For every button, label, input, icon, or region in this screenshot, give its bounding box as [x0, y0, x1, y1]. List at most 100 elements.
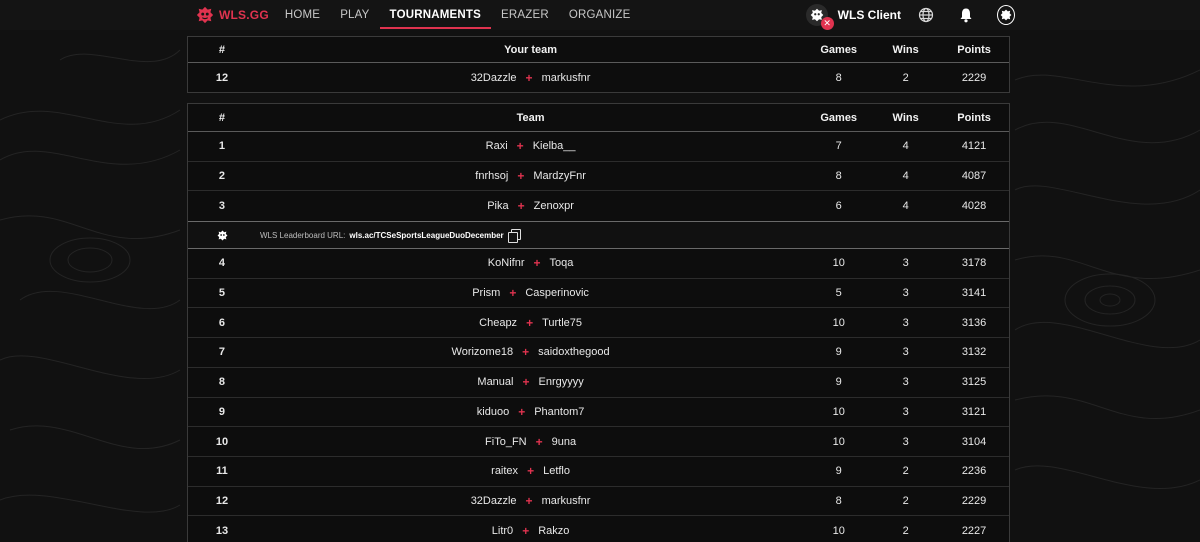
table-row[interactable]: 7 Worizome18 + saidoxthegood 9 3 3132 [188, 338, 1009, 368]
player-two[interactable]: markusfnr [542, 72, 591, 84]
player-two[interactable]: Enrgyyyy [539, 376, 584, 388]
table-row[interactable]: 8 Manual + Enrgyyyy 9 3 3125 [188, 368, 1009, 398]
table-row[interactable]: 1 Raxi + Kielba__ 7 4 4121 [188, 132, 1009, 162]
points-cell: 3121 [961, 405, 987, 418]
player-one[interactable]: Cheapz [479, 317, 517, 329]
table-row[interactable]: 12 32Dazzle + markusfnr 8 2 2229 [188, 487, 1009, 517]
games-cell: 5 [835, 287, 842, 300]
player-one[interactable]: kiduoo [477, 406, 509, 418]
plus-icon: + [525, 70, 533, 85]
player-one[interactable]: 32Dazzle [471, 495, 517, 507]
games-cell: 9 [835, 376, 842, 389]
globe-icon[interactable] [917, 6, 935, 24]
player-two[interactable]: Toqa [550, 257, 574, 269]
plus-icon: + [522, 524, 530, 539]
games-cell: 9 [835, 465, 842, 478]
player-one[interactable]: Pika [487, 200, 508, 212]
player-two[interactable]: Turtle75 [542, 317, 582, 329]
plus-icon: + [517, 169, 525, 184]
rank-cell: 1 [218, 140, 226, 153]
wins-cell: 3 [902, 376, 909, 389]
header-points: Points [957, 111, 991, 124]
player-two[interactable]: Phantom7 [534, 406, 584, 418]
table-row[interactable]: 13 Litr0 + Rakzo 10 2 2227 [188, 516, 1009, 542]
nav-organize[interactable]: ORGANIZE [559, 0, 641, 30]
table-header: # Team Games Wins Points [188, 104, 1009, 132]
player-two[interactable]: saidoxthegood [538, 346, 610, 358]
player-one[interactable]: raitex [491, 465, 518, 477]
rank-cell: 12 [215, 71, 229, 84]
games-cell: 8 [835, 71, 842, 84]
rank-cell: 8 [218, 376, 226, 389]
wins-cell: 2 [902, 494, 909, 507]
plus-icon: + [518, 404, 526, 419]
player-two[interactable]: MardzyFnr [533, 170, 586, 182]
player-one[interactable]: Manual [477, 376, 513, 388]
points-cell: 2236 [961, 465, 987, 478]
header-rank: # [218, 43, 226, 56]
points-cell: 2229 [961, 494, 987, 507]
copy-icon[interactable] [507, 229, 521, 244]
header-team: Your team [504, 43, 558, 56]
player-one[interactable]: Litr0 [492, 525, 513, 537]
team-cell: Pika + Zenoxpr [256, 199, 805, 213]
player-two[interactable]: Kielba__ [533, 140, 576, 152]
games-cell: 9 [835, 346, 842, 359]
team-cell: FiTo_FN +9una [256, 435, 805, 449]
rank-cell: 7 [218, 346, 226, 359]
points-cell: 3136 [961, 316, 987, 329]
wins-cell: 3 [902, 346, 909, 359]
plus-icon: + [525, 493, 533, 508]
player-one[interactable]: fnrhsoj [475, 170, 508, 182]
player-two[interactable]: Casperinovic [525, 287, 589, 299]
player-one[interactable]: KoNifnr [488, 257, 525, 269]
points-cell: 4121 [961, 140, 987, 153]
player-two[interactable]: Zenoxpr [534, 200, 574, 212]
your-team-table: # Your team Games Wins Points 12 32Dazzl… [187, 36, 1010, 93]
nav-tournaments[interactable]: TOURNAMENTS [379, 0, 492, 30]
header-games: Games [820, 43, 858, 56]
player-two[interactable]: markusfnr [542, 495, 591, 507]
table-row[interactable]: 9 kiduoo + Phantom7 10 3 3121 [188, 398, 1009, 428]
player-one[interactable]: FiTo_FN [485, 436, 527, 448]
disconnected-x-icon: ✕ [820, 17, 834, 30]
player-one[interactable]: 32Dazzle [471, 72, 517, 84]
top-navbar: WLS.GG HOME PLAY TOURNAMENTS ERAZER ORGA… [0, 0, 1200, 30]
games-cell: 8 [835, 170, 842, 183]
brand[interactable]: WLS.GG [196, 6, 269, 24]
points-cell: 3141 [961, 287, 987, 300]
games-cell: 10 [832, 257, 845, 270]
table-row[interactable]: 11 raitex + Letflo 9 2 2236 [188, 457, 1009, 487]
your-team-row[interactable]: 12 32Dazzle + markusfnr 8 2 2229 [188, 63, 1009, 92]
rank-cell: 13 [215, 525, 229, 538]
wins-cell: 3 [902, 405, 909, 418]
nav-home[interactable]: HOME [275, 0, 330, 30]
table-row[interactable]: 5 Prism + Casperinovic 5 3 3141 [188, 279, 1009, 309]
team-cell: fnrhsoj + MardzyFnr [256, 169, 805, 183]
header-rank: # [218, 111, 226, 124]
player-one[interactable]: Worizome18 [452, 346, 514, 358]
table-row[interactable]: 6 Cheapz + Turtle75 10 3 3136 [188, 308, 1009, 339]
player-two[interactable]: Rakzo [538, 525, 569, 537]
plus-icon: + [527, 464, 535, 479]
player-one[interactable]: Raxi [486, 140, 508, 152]
table-row[interactable]: 4 KoNifnr + Toqa 10 3 3178 [188, 249, 1009, 279]
plus-icon: + [535, 434, 543, 449]
nav-erazer[interactable]: ERAZER [491, 0, 559, 30]
wins-cell: 4 [902, 200, 909, 213]
player-one[interactable]: Prism [472, 287, 500, 299]
wls-client-button[interactable]: ✕ WLS Client [805, 2, 901, 30]
url-link[interactable]: wls.ac/TCSeSportsLeagueDuoDecember [349, 231, 503, 240]
bell-icon[interactable] [957, 6, 975, 24]
player-two[interactable]: Letflo [543, 465, 570, 477]
profile-icon[interactable] [997, 5, 1015, 25]
nav-play[interactable]: PLAY [330, 0, 379, 30]
table-row[interactable]: 3 Pika + Zenoxpr 6 4 4028 [188, 191, 1009, 221]
wins-cell: 4 [902, 140, 909, 153]
team-cell: kiduoo + Phantom7 [256, 405, 805, 419]
leaderboard-url-row: WLS Leaderboard URL: wls.ac/TCSeSportsLe… [188, 221, 1009, 250]
table-row[interactable]: 10 FiTo_FN +9una 10 3 3104 [188, 427, 1009, 457]
player-two[interactable]: 9una [552, 436, 576, 448]
table-row[interactable]: 2 fnrhsoj + MardzyFnr 8 4 4087 [188, 162, 1009, 192]
games-cell: 10 [832, 435, 845, 448]
